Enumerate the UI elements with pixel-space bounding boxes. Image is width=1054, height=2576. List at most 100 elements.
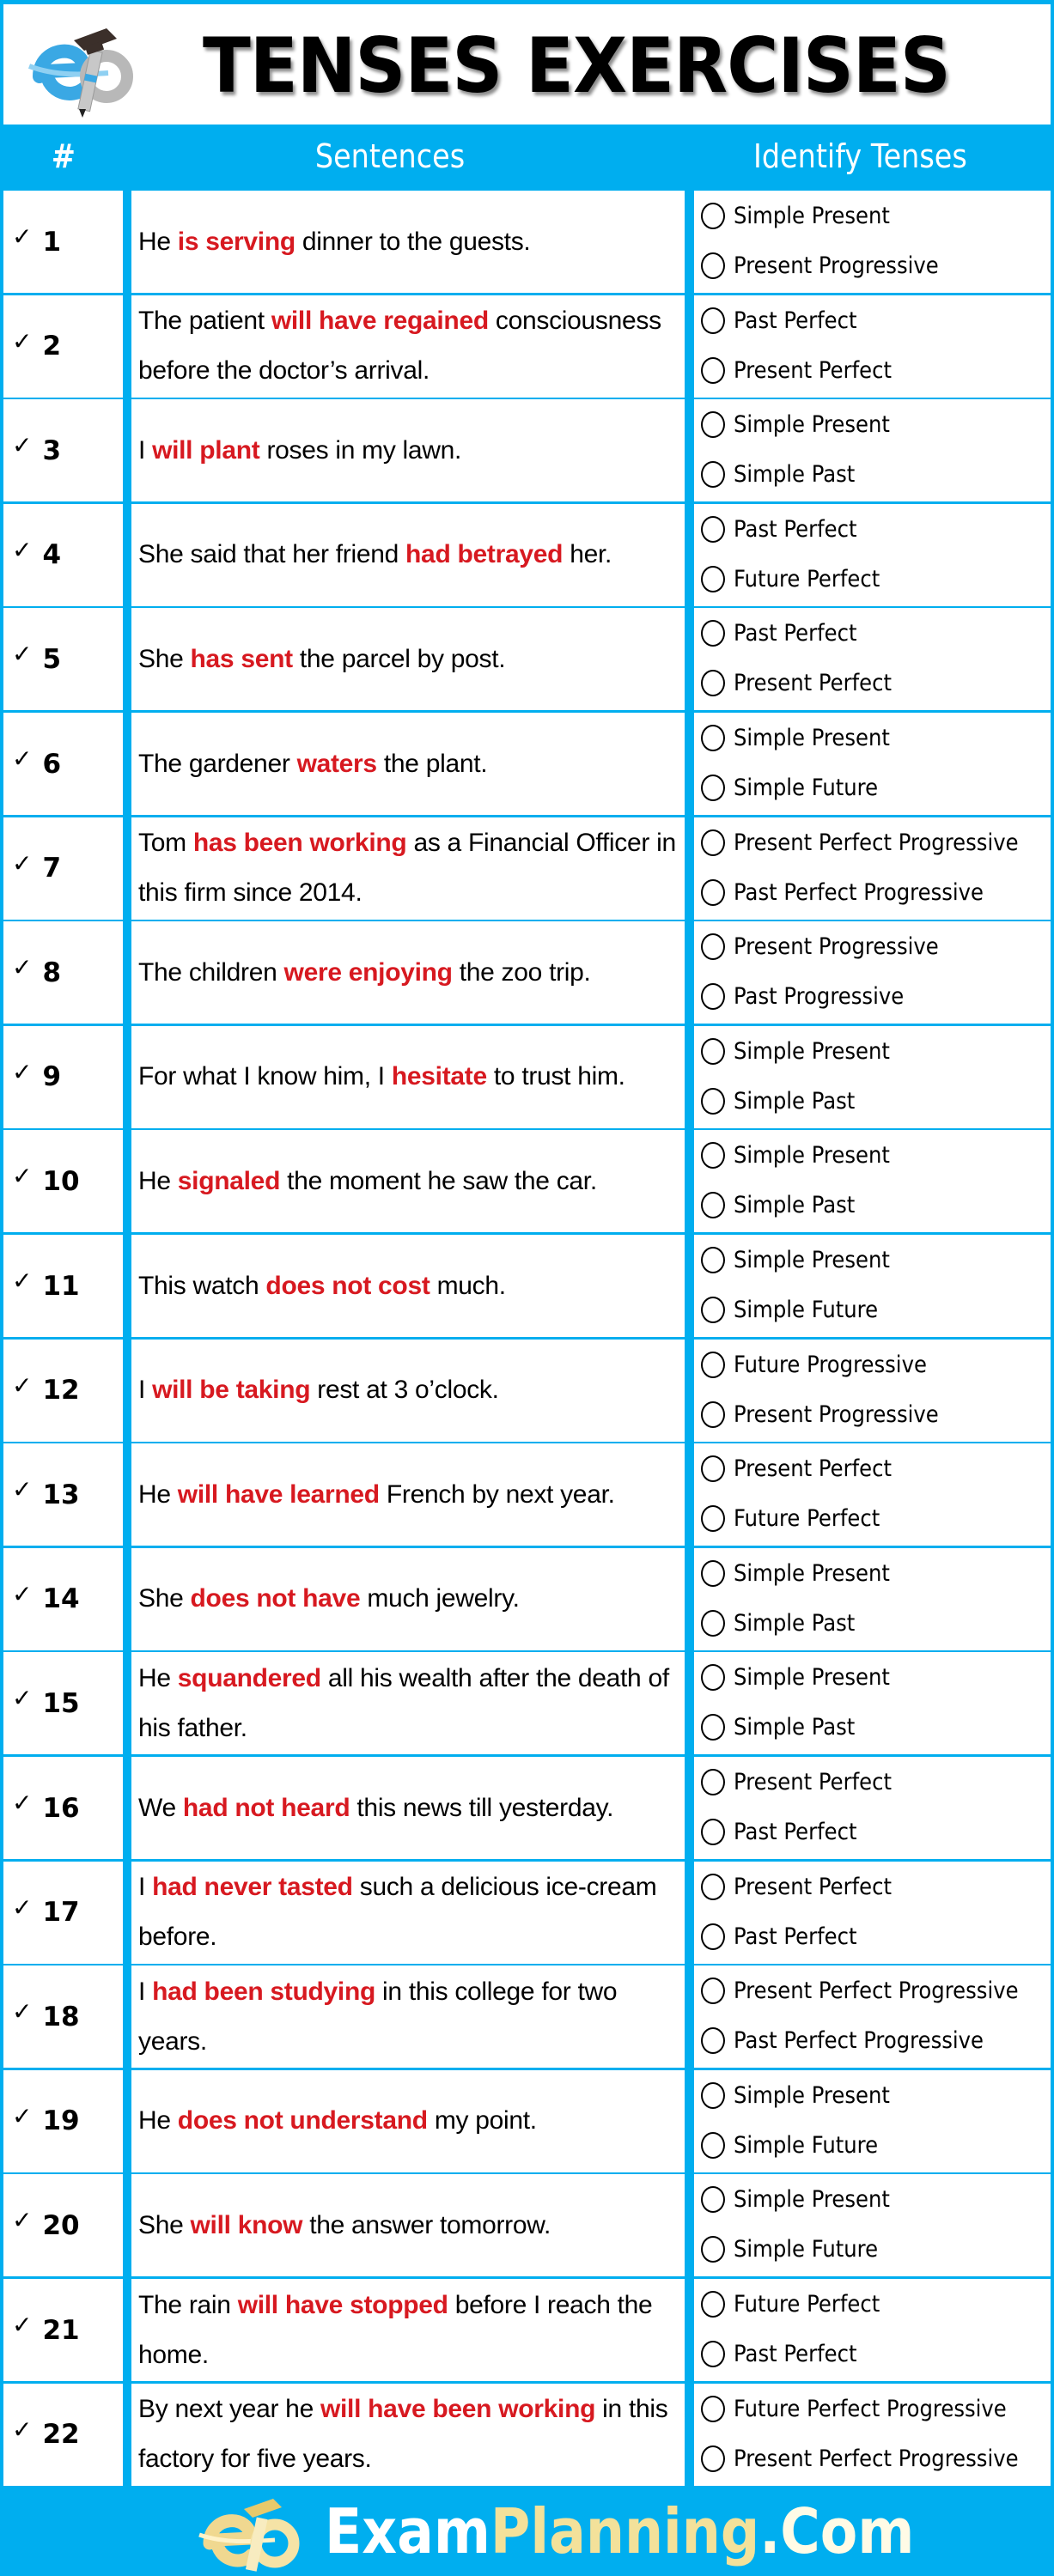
radio-button-icon[interactable] xyxy=(701,829,725,856)
sentence-pre: He xyxy=(138,1166,178,1195)
tense-option[interactable]: Past Perfect Progressive xyxy=(701,878,1011,906)
tense-option[interactable]: Past Perfect xyxy=(701,1923,870,1950)
tense-option[interactable]: Simple Present xyxy=(701,2081,907,2109)
radio-button-icon[interactable] xyxy=(701,2236,725,2263)
tense-option[interactable]: Simple Future xyxy=(701,775,894,801)
checkmark-icon: ✓ xyxy=(12,1997,33,2026)
tense-option[interactable]: Present Perfect xyxy=(701,1769,909,1795)
tense-option[interactable]: Future Perfect xyxy=(701,2291,896,2318)
radio-button-icon[interactable] xyxy=(701,620,725,647)
tense-option[interactable]: Present Progressive xyxy=(701,252,961,279)
radio-button-icon[interactable] xyxy=(701,2341,725,2367)
radio-button-icon[interactable] xyxy=(701,1037,725,1065)
tense-option[interactable]: Present Perfect Progressive xyxy=(701,2445,1050,2472)
radio-button-icon[interactable] xyxy=(701,983,725,1011)
radio-button-icon[interactable] xyxy=(701,878,725,906)
tense-option[interactable]: Future Perfect Progressive xyxy=(701,2395,1037,2422)
tense-option[interactable]: Simple Past xyxy=(701,1087,868,1115)
radio-button-icon[interactable] xyxy=(701,1559,725,1587)
tense-option[interactable]: Past Progressive xyxy=(701,983,923,1011)
tense-option[interactable]: Present Perfect Progressive xyxy=(701,1978,1050,2005)
radio-button-icon[interactable] xyxy=(701,2445,725,2472)
radio-button-icon[interactable] xyxy=(701,2131,725,2159)
radio-button-icon[interactable] xyxy=(701,1714,725,1741)
radio-button-icon[interactable] xyxy=(701,307,725,334)
tense-option[interactable]: Simple Future xyxy=(701,2236,894,2263)
tense-option[interactable]: Past Perfect xyxy=(701,2341,870,2367)
radio-button-icon[interactable] xyxy=(701,2081,725,2109)
radio-button-icon[interactable] xyxy=(701,2186,725,2214)
tense-option[interactable]: Past Perfect xyxy=(701,1819,870,1845)
tense-option[interactable]: Simple Present xyxy=(701,1037,907,1065)
tense-option[interactable]: Simple Present xyxy=(701,725,907,751)
radio-button-icon[interactable] xyxy=(701,2027,725,2055)
tense-option[interactable]: Present Progressive xyxy=(701,1400,961,1428)
radio-button-icon[interactable] xyxy=(701,1297,725,1323)
tense-option[interactable]: Present Perfect Progressive xyxy=(701,829,1050,856)
tense-option[interactable]: Future Perfect xyxy=(701,1505,896,1533)
radio-button-icon[interactable] xyxy=(701,1609,725,1637)
tense-option[interactable]: Past Perfect xyxy=(701,515,870,543)
sentence-pre: I xyxy=(138,1977,153,2006)
tense-option[interactable]: Future Perfect xyxy=(701,565,896,592)
radio-button-icon[interactable] xyxy=(701,1769,725,1795)
tense-option[interactable]: Present Perfect xyxy=(701,1455,909,1483)
tense-option[interactable]: Simple Present xyxy=(701,1664,907,1692)
radio-button-icon[interactable] xyxy=(701,1400,725,1428)
tense-option[interactable]: Simple Present xyxy=(701,1559,907,1587)
radio-button-icon[interactable] xyxy=(701,2291,725,2318)
radio-button-icon[interactable] xyxy=(701,515,725,543)
tense-option[interactable]: Simple Future xyxy=(701,1297,894,1323)
radio-button-icon[interactable] xyxy=(701,411,725,439)
footer-brand[interactable]: ExamPlanning.Com xyxy=(325,2495,914,2567)
checkmark-icon: ✓ xyxy=(12,222,33,251)
tense-option[interactable]: Simple Present xyxy=(701,1247,907,1273)
radio-button-icon[interactable] xyxy=(701,1819,725,1845)
tense-option[interactable]: Past Perfect Progressive xyxy=(701,2027,1011,2055)
radio-button-icon[interactable] xyxy=(701,461,725,489)
radio-button-icon[interactable] xyxy=(701,670,725,697)
tense-option[interactable]: Simple Present xyxy=(701,2186,907,2214)
radio-button-icon[interactable] xyxy=(701,1923,725,1950)
sentence-text: She does not have much jewelry. xyxy=(138,1574,678,1624)
radio-button-icon[interactable] xyxy=(701,2395,725,2422)
radio-button-icon[interactable] xyxy=(701,1664,725,1692)
radio-button-icon[interactable] xyxy=(701,1873,725,1900)
tense-option[interactable]: Simple Past xyxy=(701,461,868,489)
tense-option[interactable]: Past Perfect xyxy=(701,620,870,647)
tense-option[interactable]: Present Progressive xyxy=(701,933,961,961)
radio-button-icon[interactable] xyxy=(701,565,725,592)
tense-option[interactable]: Present Perfect xyxy=(701,670,909,697)
table-row: ✓ 2 The patient will have regained conscio… xyxy=(0,294,1054,398)
radio-button-icon[interactable] xyxy=(701,1978,725,2005)
tense-option[interactable]: Simple Past xyxy=(701,1609,868,1637)
radio-button-icon[interactable] xyxy=(701,356,725,384)
tense-option[interactable]: Simple Future xyxy=(701,2131,894,2159)
tense-option-label: Simple Past xyxy=(734,1192,856,1219)
radio-button-icon[interactable] xyxy=(701,1142,725,1170)
radio-button-icon[interactable] xyxy=(701,203,725,229)
sentence-cell: By next year he will have been working i… xyxy=(131,2383,685,2486)
radio-button-icon[interactable] xyxy=(701,1192,725,1219)
radio-button-icon[interactable] xyxy=(701,252,725,279)
tense-option[interactable]: Simple Past xyxy=(701,1714,868,1741)
radio-button-icon[interactable] xyxy=(701,1351,725,1378)
tense-option[interactable]: Future Progressive xyxy=(701,1351,948,1378)
radio-button-icon[interactable] xyxy=(701,1247,725,1273)
tense-option[interactable]: Simple Present xyxy=(701,1142,907,1170)
tense-option[interactable]: Simple Past xyxy=(701,1192,868,1219)
tense-option[interactable]: Present Perfect xyxy=(701,1873,909,1900)
sentence-post: the plant. xyxy=(376,749,488,778)
tense-option[interactable]: Simple Present xyxy=(701,411,907,439)
tense-option-label: Past Perfect xyxy=(734,307,857,334)
radio-button-icon[interactable] xyxy=(701,775,725,801)
radio-button-icon[interactable] xyxy=(701,725,725,751)
tense-option-label: Past Perfect Progressive xyxy=(734,878,984,906)
radio-button-icon[interactable] xyxy=(701,1455,725,1483)
tense-option[interactable]: Past Perfect xyxy=(701,307,870,334)
radio-button-icon[interactable] xyxy=(701,1087,725,1115)
tense-option[interactable]: Simple Present xyxy=(701,203,907,229)
radio-button-icon[interactable] xyxy=(701,933,725,961)
radio-button-icon[interactable] xyxy=(701,1505,725,1533)
tense-option[interactable]: Present Perfect xyxy=(701,356,909,384)
